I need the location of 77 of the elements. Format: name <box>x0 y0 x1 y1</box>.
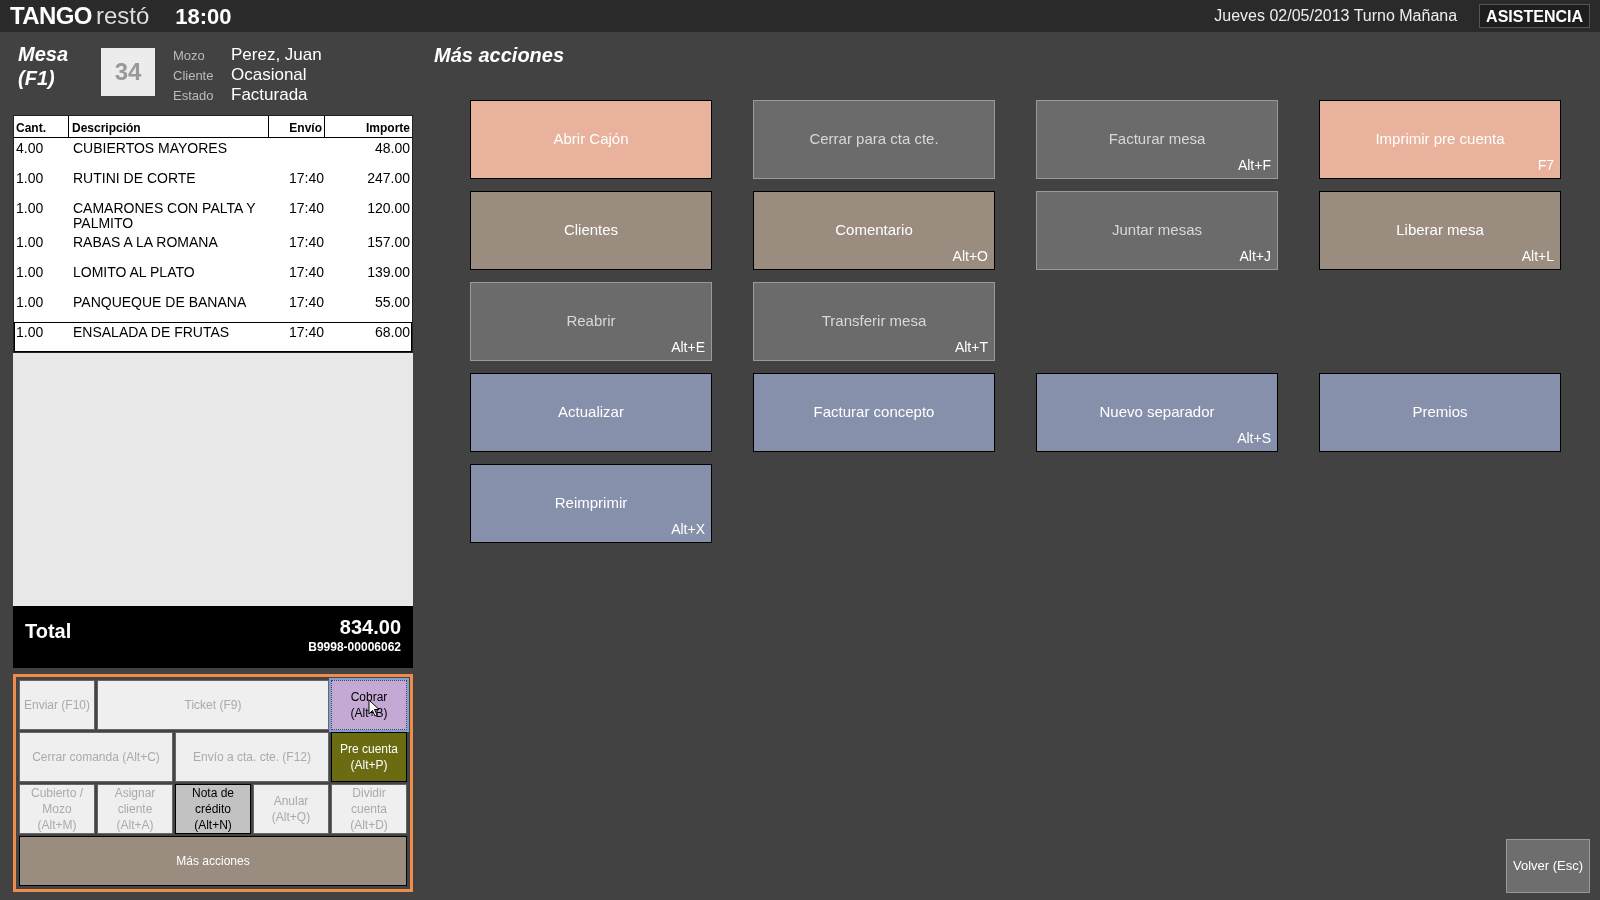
action-tile[interactable]: Imprimir pre cuenta F7 <box>1319 100 1561 179</box>
table-cell-text: 17:40 <box>287 295 325 312</box>
assist-button[interactable]: ASISTENCIA <box>1479 4 1590 28</box>
date-shift: Jueves 02/05/2013 Turno Mañana <box>1214 6 1458 26</box>
shortcut-label: Alt+S <box>1237 429 1271 448</box>
column-header: Cant. <box>15 120 47 137</box>
order-row[interactable]: 1.00 ENSALADA DE FRUTAS 17:40 68.00 <box>14 322 412 352</box>
table-cell-text: 68.00 <box>373 325 411 342</box>
table-cell-text: CAMARONES CON PALTA Y PALMITO <box>72 201 257 231</box>
column-header: Envío <box>268 116 325 137</box>
action-tile[interactable]: Clientes <box>470 191 712 270</box>
table-cell-text: 157.00 <box>366 235 411 252</box>
action-tile[interactable]: Liberar mesa Alt+L <box>1319 191 1561 270</box>
shortcut-label: Alt+F <box>1237 156 1271 175</box>
column-header: Importe <box>365 120 411 137</box>
action-tile[interactable]: Comentario Alt+O <box>753 191 995 270</box>
table-cell-text: 17:40 <box>287 265 325 282</box>
table-cell-text: 17:40 <box>287 201 325 218</box>
back-button[interactable]: Volver (Esc) <box>1506 839 1590 893</box>
action-button[interactable]: Pre cuenta (Alt+P) <box>331 732 407 782</box>
field-label: Estado <box>173 87 215 105</box>
order-row[interactable]: 1.00 PANQUEQUE DE BANANA 17:40 55.00 <box>14 292 412 322</box>
table-cell-text: 17:40 <box>287 325 325 342</box>
table-cell-text: 1.00 <box>15 201 45 218</box>
action-button[interactable]: Nota de crédito (Alt+N) <box>175 784 251 834</box>
action-tile[interactable]: Facturar concepto <box>753 373 995 452</box>
order-row[interactable]: 1.00 RABAS A LA ROMANA 17:40 157.00 <box>14 232 412 262</box>
table-cell-text: LOMITO AL PLATO <box>72 265 196 282</box>
table-cell-text: 247.00 <box>366 171 411 188</box>
shortcut-label: Alt+E <box>671 338 705 357</box>
order-row[interactable]: 1.00 RUTINI DE CORTE 17:40 247.00 <box>14 168 412 198</box>
field-value: Ocasional <box>231 64 307 86</box>
action-button[interactable]: Más acciones <box>19 836 407 886</box>
order-row[interactable]: 4.00 CUBIERTOS MAYORES 48.00 <box>14 138 412 168</box>
field-value: Facturada <box>231 84 308 106</box>
shortcut-label: Alt+T <box>954 338 988 357</box>
shortcut-label: Alt+X <box>671 520 705 539</box>
table-title: Mesa (F1) <box>17 42 70 90</box>
table-cell-text: ENSALADA DE FRUTAS <box>72 325 231 342</box>
field-label: Cliente <box>173 67 215 85</box>
shortcut-label: Alt+L <box>1521 247 1554 266</box>
table-cell-text: RUTINI DE CORTE <box>72 171 197 188</box>
total-amount: 834.00 <box>339 616 401 638</box>
section-title: Más acciones <box>434 43 566 68</box>
logo: TANGO restó <box>10 1 150 31</box>
action-tile[interactable]: Nuevo separador Alt+S <box>1036 373 1278 452</box>
table-cell-text: PANQUEQUE DE BANANA <box>72 295 248 312</box>
shortcut-label: F7 <box>1537 156 1554 175</box>
table-cell-text: 1.00 <box>15 325 45 342</box>
action-tile[interactable]: Abrir Cajón <box>470 100 712 179</box>
table-cell-text: 1.00 <box>15 295 45 312</box>
table-cell-text: 1.00 <box>15 235 45 252</box>
total-label: Total <box>25 619 72 644</box>
field-value: Perez, Juan <box>231 44 322 66</box>
table-cell-text: 55.00 <box>373 295 411 312</box>
voucher-number: B9998-00006062 <box>308 639 401 656</box>
action-tile[interactable]: Reimprimir Alt+X <box>470 464 712 543</box>
shortcut-label: Alt+O <box>952 247 988 266</box>
table-cell-text: 48.00 <box>373 141 411 158</box>
column-header: Descripción <box>68 116 268 137</box>
table-cell-text: 17:40 <box>287 235 325 252</box>
table-cell-text: 1.00 <box>15 171 45 188</box>
table-cell-text: 4.00 <box>15 141 45 158</box>
order-row[interactable]: 1.00 LOMITO AL PLATO 17:40 139.00 <box>14 262 412 292</box>
table-number: 34 <box>101 48 155 96</box>
table-cell-text: 139.00 <box>366 265 411 282</box>
table-cell-text: 120.00 <box>366 201 411 218</box>
field-label: Mozo <box>173 47 206 65</box>
clock-time: 18:00 <box>175 2 232 31</box>
action-tile[interactable]: Premios <box>1319 373 1561 452</box>
order-row[interactable]: 1.00 CAMARONES CON PALTA Y PALMITO 17:40 120.00 <box>14 198 412 232</box>
table-cell-text: RABAS A LA ROMANA <box>72 235 219 252</box>
shortcut-label: Alt+J <box>1239 247 1271 266</box>
table-cell-text: CUBIERTOS MAYORES <box>72 141 229 158</box>
action-tile[interactable]: Actualizar <box>470 373 712 452</box>
table-cell-text: 1.00 <box>15 265 45 282</box>
table-cell-text: 17:40 <box>287 171 325 188</box>
